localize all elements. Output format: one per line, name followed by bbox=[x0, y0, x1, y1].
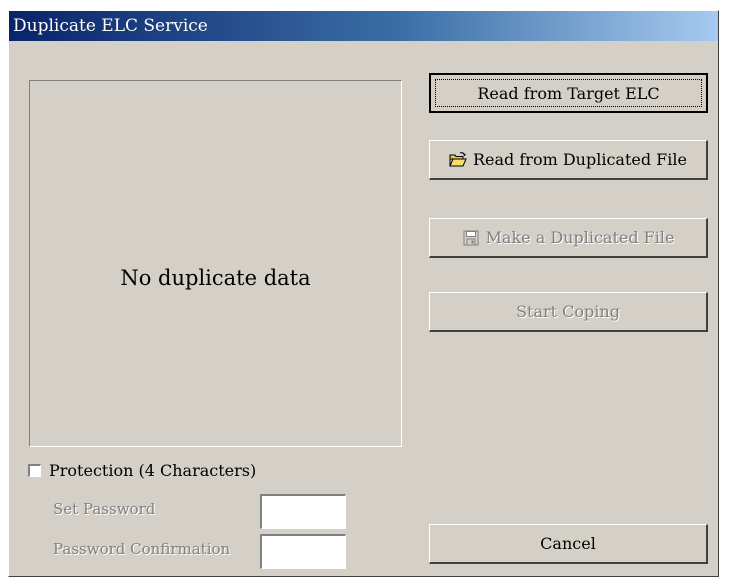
make-duplicated-file-label: Make a Duplicated File bbox=[485, 228, 675, 247]
duplicate-elc-service-dialog: Duplicate ELC Service No duplicate data … bbox=[8, 10, 719, 577]
open-folder-icon bbox=[449, 151, 467, 168]
protection-label: Protection (4 Characters) bbox=[49, 461, 257, 480]
set-password-field[interactable] bbox=[260, 494, 346, 529]
cancel-button[interactable]: Cancel bbox=[429, 524, 708, 564]
focus-rect bbox=[435, 79, 702, 107]
cancel-label: Cancel bbox=[540, 534, 596, 553]
password-confirmation-field[interactable] bbox=[260, 534, 346, 569]
duplicate-data-panel: No duplicate data bbox=[29, 80, 402, 447]
start-copying-label: Start Coping bbox=[516, 302, 620, 321]
dialog-title: Duplicate ELC Service bbox=[13, 16, 208, 36]
read-from-file-button[interactable]: Read from Duplicated File bbox=[429, 140, 708, 180]
password-confirmation-label: Password Confirmation bbox=[53, 540, 231, 558]
set-password-label: Set Password bbox=[53, 500, 156, 518]
dialog-titlebar[interactable]: Duplicate ELC Service bbox=[9, 11, 718, 41]
protection-option[interactable]: Protection (4 Characters) bbox=[28, 461, 256, 480]
no-data-message: No duplicate data bbox=[120, 266, 311, 290]
read-from-file-label: Read from Duplicated File bbox=[473, 150, 687, 169]
start-copying-button[interactable]: Start Coping bbox=[429, 292, 708, 332]
read-from-target-button[interactable]: Read from Target ELC bbox=[429, 73, 708, 113]
protection-checkbox[interactable] bbox=[28, 464, 41, 477]
make-duplicated-file-button[interactable]: Make a Duplicated File bbox=[429, 218, 708, 258]
floppy-disk-icon bbox=[462, 230, 480, 246]
